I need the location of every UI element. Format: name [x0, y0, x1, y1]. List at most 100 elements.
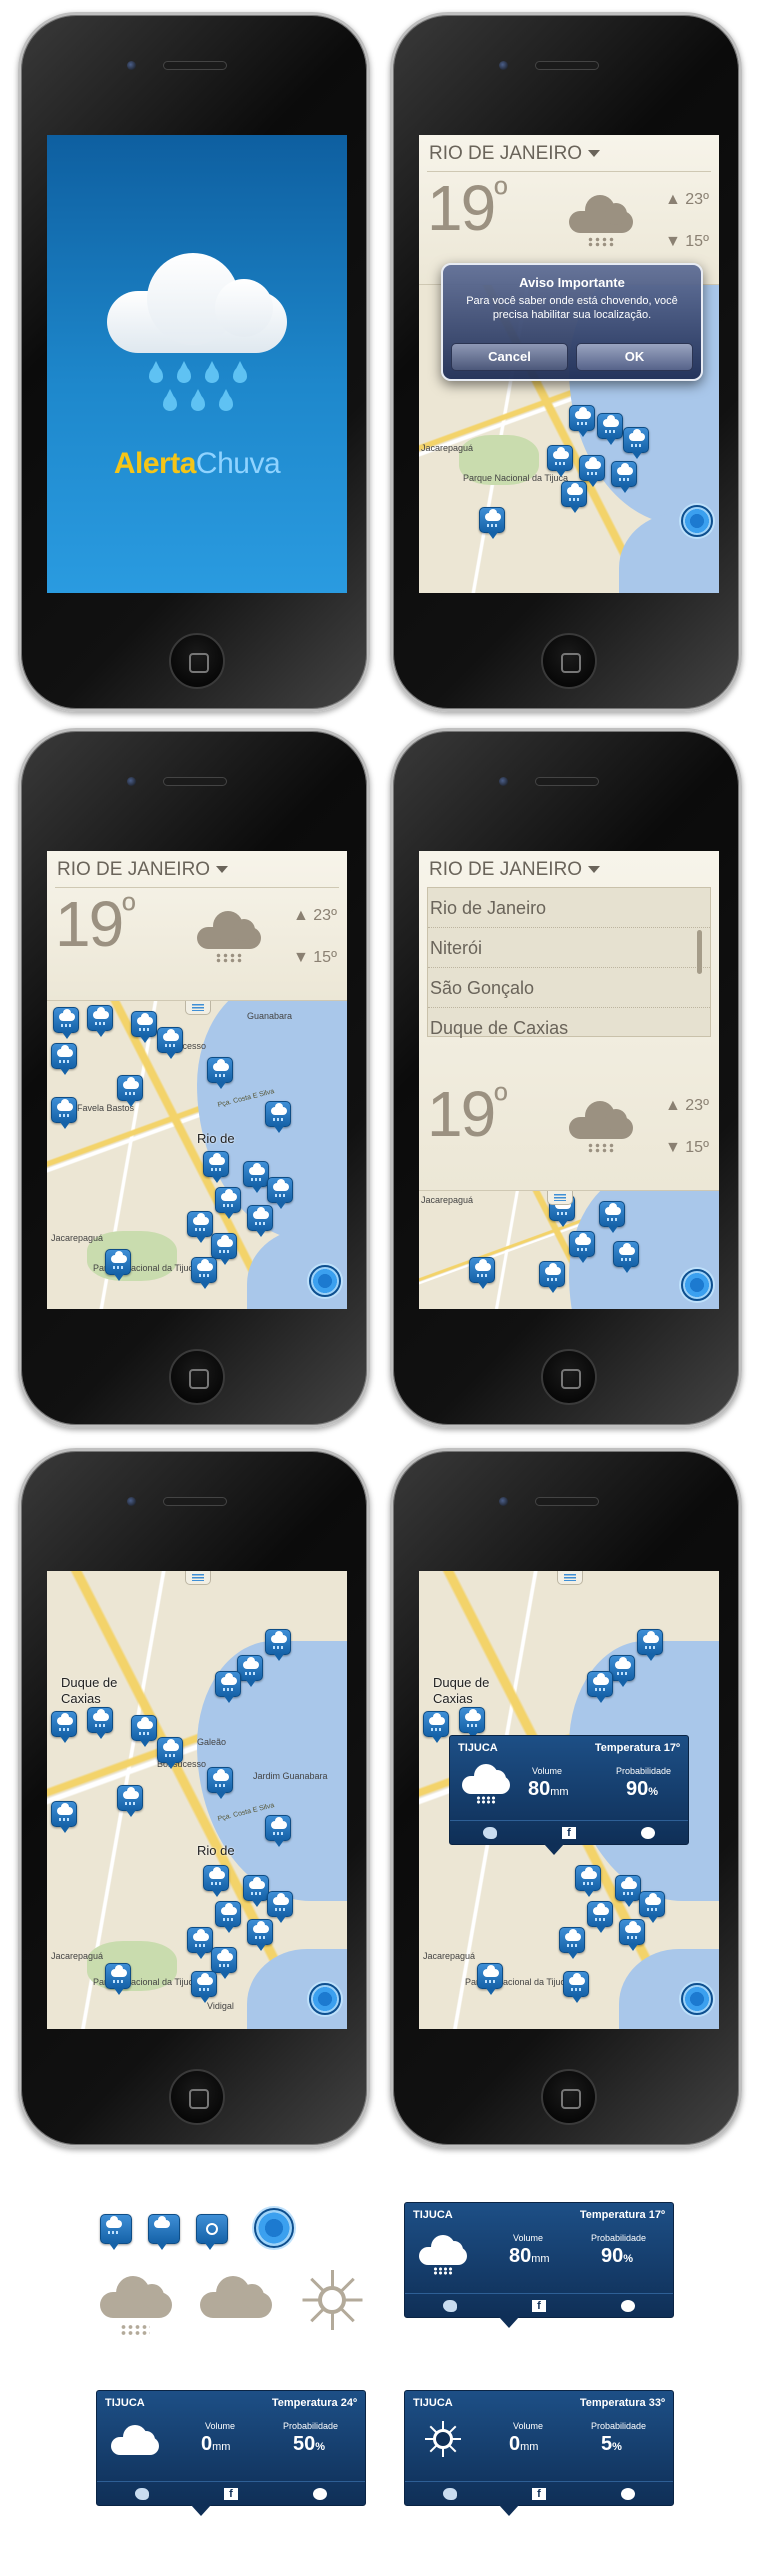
sun-icon [302, 2270, 363, 2330]
radar-button[interactable] [681, 505, 713, 537]
rain-pin-icon[interactable] [597, 413, 623, 445]
high-temperature: ▲ 23º [665, 1097, 709, 1114]
facebook-icon[interactable]: f [561, 1826, 576, 1839]
rain-pin-icon[interactable] [215, 1187, 241, 1219]
home-button[interactable] [169, 1349, 225, 1405]
rain-pin-icon[interactable] [247, 1919, 273, 1951]
rain-pin-icon[interactable] [87, 1005, 113, 1037]
rain-pin-icon[interactable] [267, 1891, 293, 1923]
rain-pin-icon[interactable] [215, 1901, 241, 1933]
rain-pin-icon[interactable] [203, 1151, 229, 1183]
city-selector[interactable]: RIO DE JANEIRO [429, 143, 601, 165]
rain-pin-icon[interactable] [587, 1901, 613, 1933]
rain-pin-icon[interactable] [575, 1865, 601, 1897]
drawer-handle[interactable] [547, 1191, 573, 1205]
comment-icon[interactable] [641, 1826, 656, 1839]
rain-pin-icon[interactable] [187, 1927, 213, 1959]
drawer-handle[interactable] [185, 1571, 211, 1585]
rain-info-card[interactable]: TIJUCA Temperatura 17º Volume 80mm Proba… [449, 1735, 689, 1855]
rain-pin-icon[interactable] [599, 1201, 625, 1233]
ok-button[interactable]: OK [576, 343, 693, 371]
rain-pin-icon[interactable] [211, 1947, 237, 1979]
rain-pin-icon[interactable] [51, 1801, 77, 1833]
rain-pin-icon[interactable] [547, 445, 573, 477]
rain-map[interactable]: Duque de Caxias Galeão Jardim Guanabara … [47, 1571, 347, 2029]
rain-pin-icon[interactable] [203, 1865, 229, 1897]
rain-pin-icon[interactable] [469, 1257, 495, 1289]
app-logo-text: AlertaChuva [113, 447, 281, 480]
rain-pin-icon[interactable] [619, 1919, 645, 1951]
rain-pin-icon[interactable] [191, 1971, 217, 2003]
drawer-handle[interactable] [185, 1001, 211, 1015]
city-option[interactable]: São Gonçalo [428, 968, 710, 1008]
rain-pin-icon[interactable] [587, 1671, 613, 1703]
rain-pin-icon[interactable] [53, 1007, 79, 1039]
home-button[interactable] [541, 1349, 597, 1405]
city-option[interactable]: Rio de Janeiro [428, 888, 710, 928]
rain-map[interactable]: Jacarepaguá [419, 1191, 719, 1309]
rain-pin-icon[interactable] [479, 507, 505, 539]
rain-pin-icon[interactable] [265, 1629, 291, 1661]
radar-button[interactable] [681, 1983, 713, 2015]
rain-pin-icon[interactable] [267, 1177, 293, 1209]
rain-pin-icon[interactable] [207, 1767, 233, 1799]
rain-pin-icon[interactable] [639, 1891, 665, 1923]
rain-map[interactable]: Bonsucesso Guanabara Favela Bastos Rio d… [47, 1001, 347, 1309]
screen-dropdown: Jacarepaguá RIO DE JANEIRO Rio de Janeir… [419, 851, 719, 1309]
rain-pin-icon[interactable] [105, 1249, 131, 1281]
radar-button[interactable] [681, 1269, 713, 1301]
city-option[interactable]: Niterói [428, 928, 710, 968]
radar-button[interactable] [309, 1265, 341, 1297]
rain-pin-icon[interactable] [477, 1963, 503, 1995]
rain-pin-icon[interactable] [247, 1205, 273, 1237]
rain-pin-icon[interactable] [459, 1707, 485, 1739]
rain-pin-icon[interactable] [623, 427, 649, 459]
rain-pin-icon[interactable] [539, 1261, 565, 1293]
rain-pin-icon[interactable] [211, 1233, 237, 1265]
scrollbar[interactable] [697, 930, 702, 974]
rain-pin-icon[interactable] [569, 405, 595, 437]
rain-pin-icon[interactable] [117, 1075, 143, 1107]
rain-pin-icon[interactable] [615, 1875, 641, 1907]
rain-pin-icon[interactable] [187, 1211, 213, 1243]
rain-pin-icon[interactable] [131, 1715, 157, 1747]
rain-pin-icon[interactable] [265, 1815, 291, 1847]
radar-button[interactable] [309, 1983, 341, 2015]
rain-pin-icon[interactable] [563, 1971, 589, 2003]
rain-pin-icon[interactable] [51, 1043, 77, 1075]
rain-pin-icon[interactable] [243, 1161, 269, 1193]
city-selector[interactable]: RIO DE JANEIRO [57, 859, 229, 881]
home-button[interactable] [541, 2069, 597, 2125]
city-selector[interactable]: RIO DE JANEIRO [429, 859, 601, 881]
home-button[interactable] [169, 633, 225, 689]
rain-pin-icon[interactable] [207, 1057, 233, 1089]
cancel-button[interactable]: Cancel [451, 343, 568, 371]
rain-pin-icon[interactable] [613, 1241, 639, 1273]
home-button[interactable] [169, 2069, 225, 2125]
rain-pin-icon[interactable] [157, 1027, 183, 1059]
rain-pin-icon[interactable] [637, 1629, 663, 1661]
rain-pin-icon[interactable] [51, 1711, 77, 1743]
rain-pin-icon[interactable] [191, 1257, 217, 1289]
twitter-icon[interactable] [482, 1826, 497, 1839]
rain-pin-icon[interactable] [157, 1737, 183, 1769]
rain-pin-icon[interactable] [51, 1097, 77, 1129]
rain-pin-icon[interactable] [117, 1785, 143, 1817]
rain-pin-icon[interactable] [87, 1707, 113, 1739]
current-temperature: 19º [427, 1078, 507, 1150]
rain-pin-icon[interactable] [561, 481, 587, 513]
rain-pin-icon[interactable] [569, 1231, 595, 1263]
rain-pin-icon[interactable] [131, 1011, 157, 1043]
rain-pin-icon[interactable] [105, 1963, 131, 1995]
city-option[interactable]: Duque de Caxias [428, 1008, 710, 1048]
drawer-handle[interactable] [557, 1571, 583, 1585]
rain-pin-icon[interactable] [215, 1671, 241, 1703]
radar-icon [254, 2208, 294, 2248]
rain-pin-icon[interactable] [243, 1875, 269, 1907]
home-button[interactable] [541, 633, 597, 689]
rain-pin-icon[interactable] [611, 461, 637, 493]
rain-pin-icon[interactable] [579, 455, 605, 487]
rain-pin-icon[interactable] [265, 1101, 291, 1133]
rain-pin-icon[interactable] [423, 1711, 449, 1743]
rain-pin-icon[interactable] [559, 1927, 585, 1959]
